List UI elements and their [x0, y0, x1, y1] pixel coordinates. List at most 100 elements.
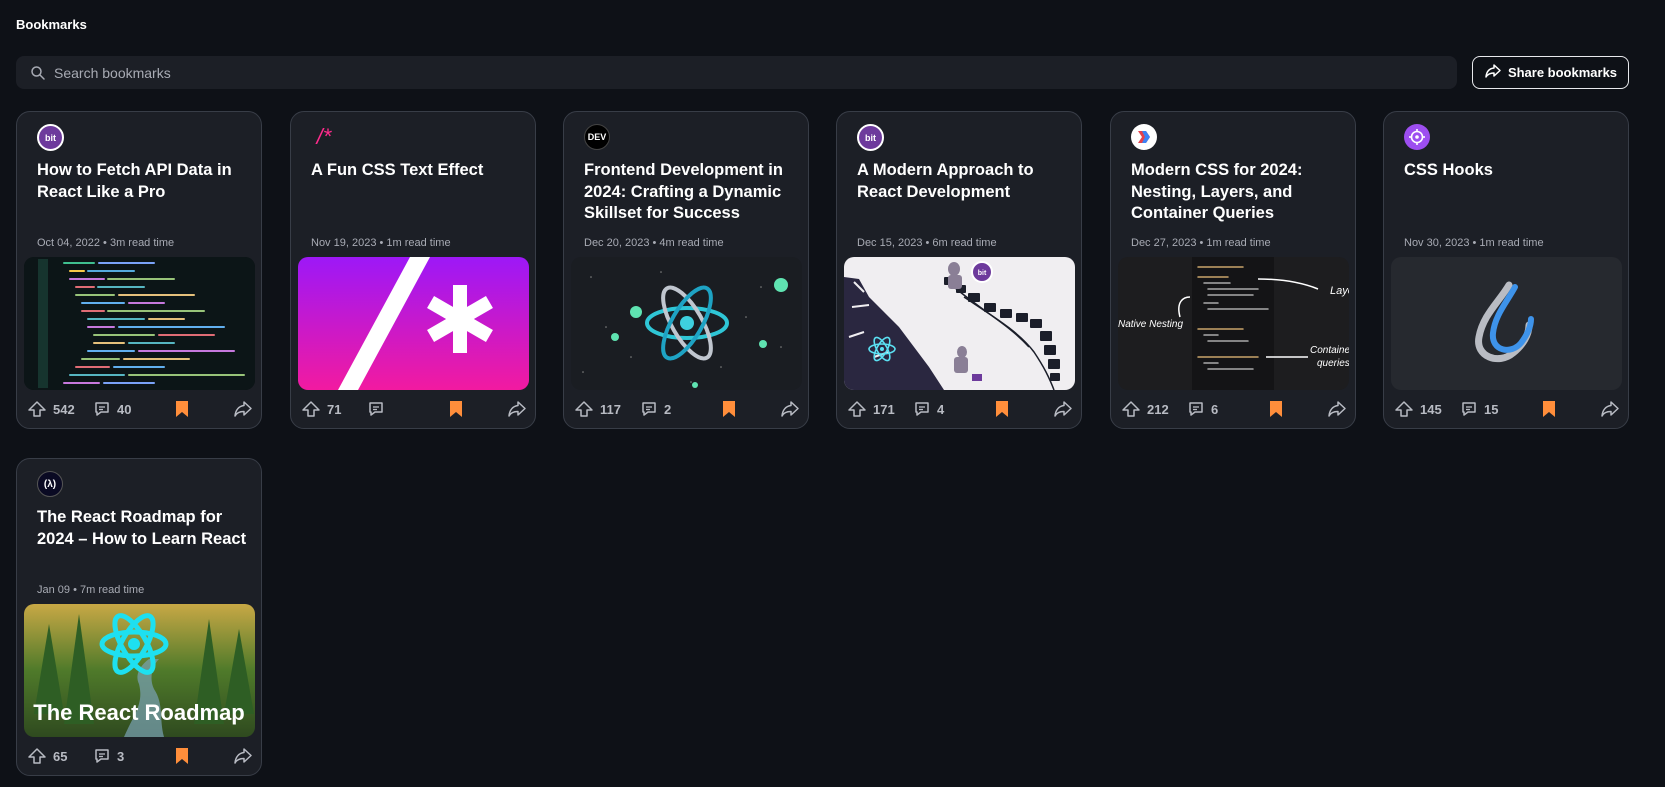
- share-post-button[interactable]: [507, 400, 527, 418]
- bookmark-card[interactable]: CSS Hooks Nov 30, 2023 • 1m read time 14…: [1383, 111, 1629, 429]
- card-actions: 542 40: [27, 400, 253, 420]
- card-title[interactable]: A Modern Approach to React Development: [857, 160, 1069, 203]
- bookmark-button[interactable]: [995, 400, 1009, 418]
- upvote-icon: [848, 401, 866, 417]
- comments-button[interactable]: [367, 400, 391, 418]
- bookmark-button[interactable]: [1269, 400, 1283, 418]
- card-title[interactable]: A Fun CSS Text Effect: [311, 160, 523, 182]
- upvote-button[interactable]: 171: [847, 400, 895, 418]
- comments-button[interactable]: 4: [913, 400, 944, 418]
- css-hooks-logo-image: [1391, 257, 1622, 390]
- share-post-button[interactable]: [233, 400, 253, 418]
- bookmark-card[interactable]: DEV Frontend Development in 2024: Crafti…: [563, 111, 809, 429]
- card-title[interactable]: How to Fetch API Data in React Like a Pr…: [37, 160, 249, 203]
- bookmark-card[interactable]: bit A Modern Approach to React Developme…: [836, 111, 1082, 429]
- upvote-icon: [302, 401, 320, 417]
- card-title[interactable]: Modern CSS for 2024: Nesting, Layers, an…: [1131, 160, 1343, 225]
- card-meta: Dec 15, 2023 • 6m read time: [857, 237, 997, 249]
- share-icon: [234, 748, 252, 764]
- container-label: Container: [1310, 345, 1349, 356]
- card-thumbnail[interactable]: [1391, 257, 1622, 390]
- share-icon: [781, 401, 799, 417]
- share-post-button[interactable]: [1327, 400, 1347, 418]
- source-avatar-dev[interactable]: DEV: [584, 124, 610, 150]
- upvote-button[interactable]: 71: [301, 400, 341, 418]
- source-avatar-freecodecamp[interactable]: (λ): [37, 471, 63, 497]
- card-meta: Jan 09 • 7m read time: [37, 584, 145, 596]
- source-avatar-bit[interactable]: bit: [37, 124, 64, 151]
- source-avatar-crosshair[interactable]: [1404, 124, 1430, 150]
- card-meta: Dec 27, 2023 • 1m read time: [1131, 237, 1271, 249]
- share-post-button[interactable]: [780, 400, 800, 418]
- bookmark-card[interactable]: Modern CSS for 2024: Nesting, Layers, an…: [1110, 111, 1356, 429]
- comments-button[interactable]: 15: [1460, 400, 1498, 418]
- card-thumbnail[interactable]: [571, 257, 802, 390]
- bookmark-card[interactable]: bit How to Fetch API Data in React Like …: [16, 111, 262, 429]
- card-thumbnail[interactable]: The React Roadmap: [24, 604, 255, 737]
- comment-count: 6: [1211, 401, 1219, 417]
- upvote-button[interactable]: 117: [574, 400, 621, 418]
- comments-button[interactable]: 6: [1187, 400, 1218, 418]
- comment-icon: [369, 402, 383, 416]
- card-meta: Nov 30, 2023 • 1m read time: [1404, 237, 1544, 249]
- source-avatar-css[interactable]: /*: [311, 124, 337, 150]
- source-avatar-daily[interactable]: [1131, 124, 1157, 150]
- card-actions: 171 4: [847, 400, 1073, 420]
- share-icon: [1484, 63, 1502, 82]
- card-actions: 117 2: [574, 400, 800, 420]
- bookmark-icon: [723, 401, 735, 417]
- card-meta: Dec 20, 2023 • 4m read time: [584, 237, 724, 249]
- bookmark-button[interactable]: [1542, 400, 1556, 418]
- search-bar[interactable]: [16, 56, 1457, 89]
- bookmark-icon: [1270, 401, 1282, 417]
- page-title: Bookmarks: [16, 17, 87, 32]
- share-icon: [508, 401, 526, 417]
- share-icon: [1601, 401, 1619, 417]
- comments-button[interactable]: 2: [640, 400, 671, 418]
- css-nesting-diagram: Layers Native Nesting Container queries: [1118, 257, 1349, 390]
- share-bookmarks-button[interactable]: Share bookmarks: [1472, 56, 1629, 89]
- upvote-icon: [1395, 401, 1413, 417]
- crosshair-icon: [1409, 129, 1425, 145]
- share-bookmarks-label: Share bookmarks: [1507, 65, 1618, 80]
- react-roadmap-banner: The React Roadmap: [33, 700, 245, 725]
- bookmark-button[interactable]: [175, 747, 189, 765]
- react-roadmap-forest-image: The React Roadmap: [24, 604, 255, 737]
- card-thumbnail[interactable]: [24, 257, 255, 390]
- comments-button[interactable]: 3: [93, 747, 124, 765]
- upvote-button[interactable]: 212: [1121, 400, 1169, 418]
- comment-count: 4: [937, 401, 945, 417]
- card-title[interactable]: Frontend Development in 2024: Crafting a…: [584, 160, 796, 225]
- upvote-count: 71: [327, 401, 342, 417]
- comment-count: 2: [664, 401, 672, 417]
- upvote-button[interactable]: 145: [1394, 400, 1442, 418]
- upvote-count: 212: [1147, 401, 1169, 417]
- bookmark-icon: [176, 748, 188, 764]
- card-actions: 145 15: [1394, 400, 1620, 420]
- share-post-button[interactable]: [1600, 400, 1620, 418]
- card-thumbnail[interactable]: [298, 257, 529, 390]
- bookmark-button[interactable]: [175, 400, 189, 418]
- upvote-button[interactable]: 542: [27, 400, 75, 418]
- upvote-button[interactable]: 65: [27, 747, 67, 765]
- upvote-count: 145: [1420, 401, 1442, 417]
- bookmark-card[interactable]: (λ) The React Roadmap for 2024 – How to …: [16, 458, 262, 776]
- upvote-count: 65: [53, 748, 68, 764]
- card-thumbnail[interactable]: Layers Native Nesting Container queries: [1118, 257, 1349, 390]
- comment-count: 40: [117, 401, 132, 417]
- card-thumbnail[interactable]: bit: [844, 257, 1075, 390]
- bookmark-card[interactable]: /* A Fun CSS Text Effect Nov 19, 2023 • …: [290, 111, 536, 429]
- search-icon: [30, 65, 46, 81]
- card-title[interactable]: CSS Hooks: [1404, 160, 1616, 182]
- source-avatar-bit[interactable]: bit: [857, 124, 884, 151]
- search-input[interactable]: [52, 63, 1436, 82]
- comments-button[interactable]: 40: [93, 400, 131, 418]
- bit-badge-text: bit: [978, 270, 987, 277]
- card-title[interactable]: The React Roadmap for 2024 – How to Lear…: [37, 507, 249, 550]
- bookmark-button[interactable]: [449, 400, 463, 418]
- card-meta: Oct 04, 2022 • 3m read time: [37, 237, 175, 249]
- share-icon: [1328, 401, 1346, 417]
- bookmark-button[interactable]: [722, 400, 736, 418]
- share-post-button[interactable]: [233, 747, 253, 765]
- share-post-button[interactable]: [1053, 400, 1073, 418]
